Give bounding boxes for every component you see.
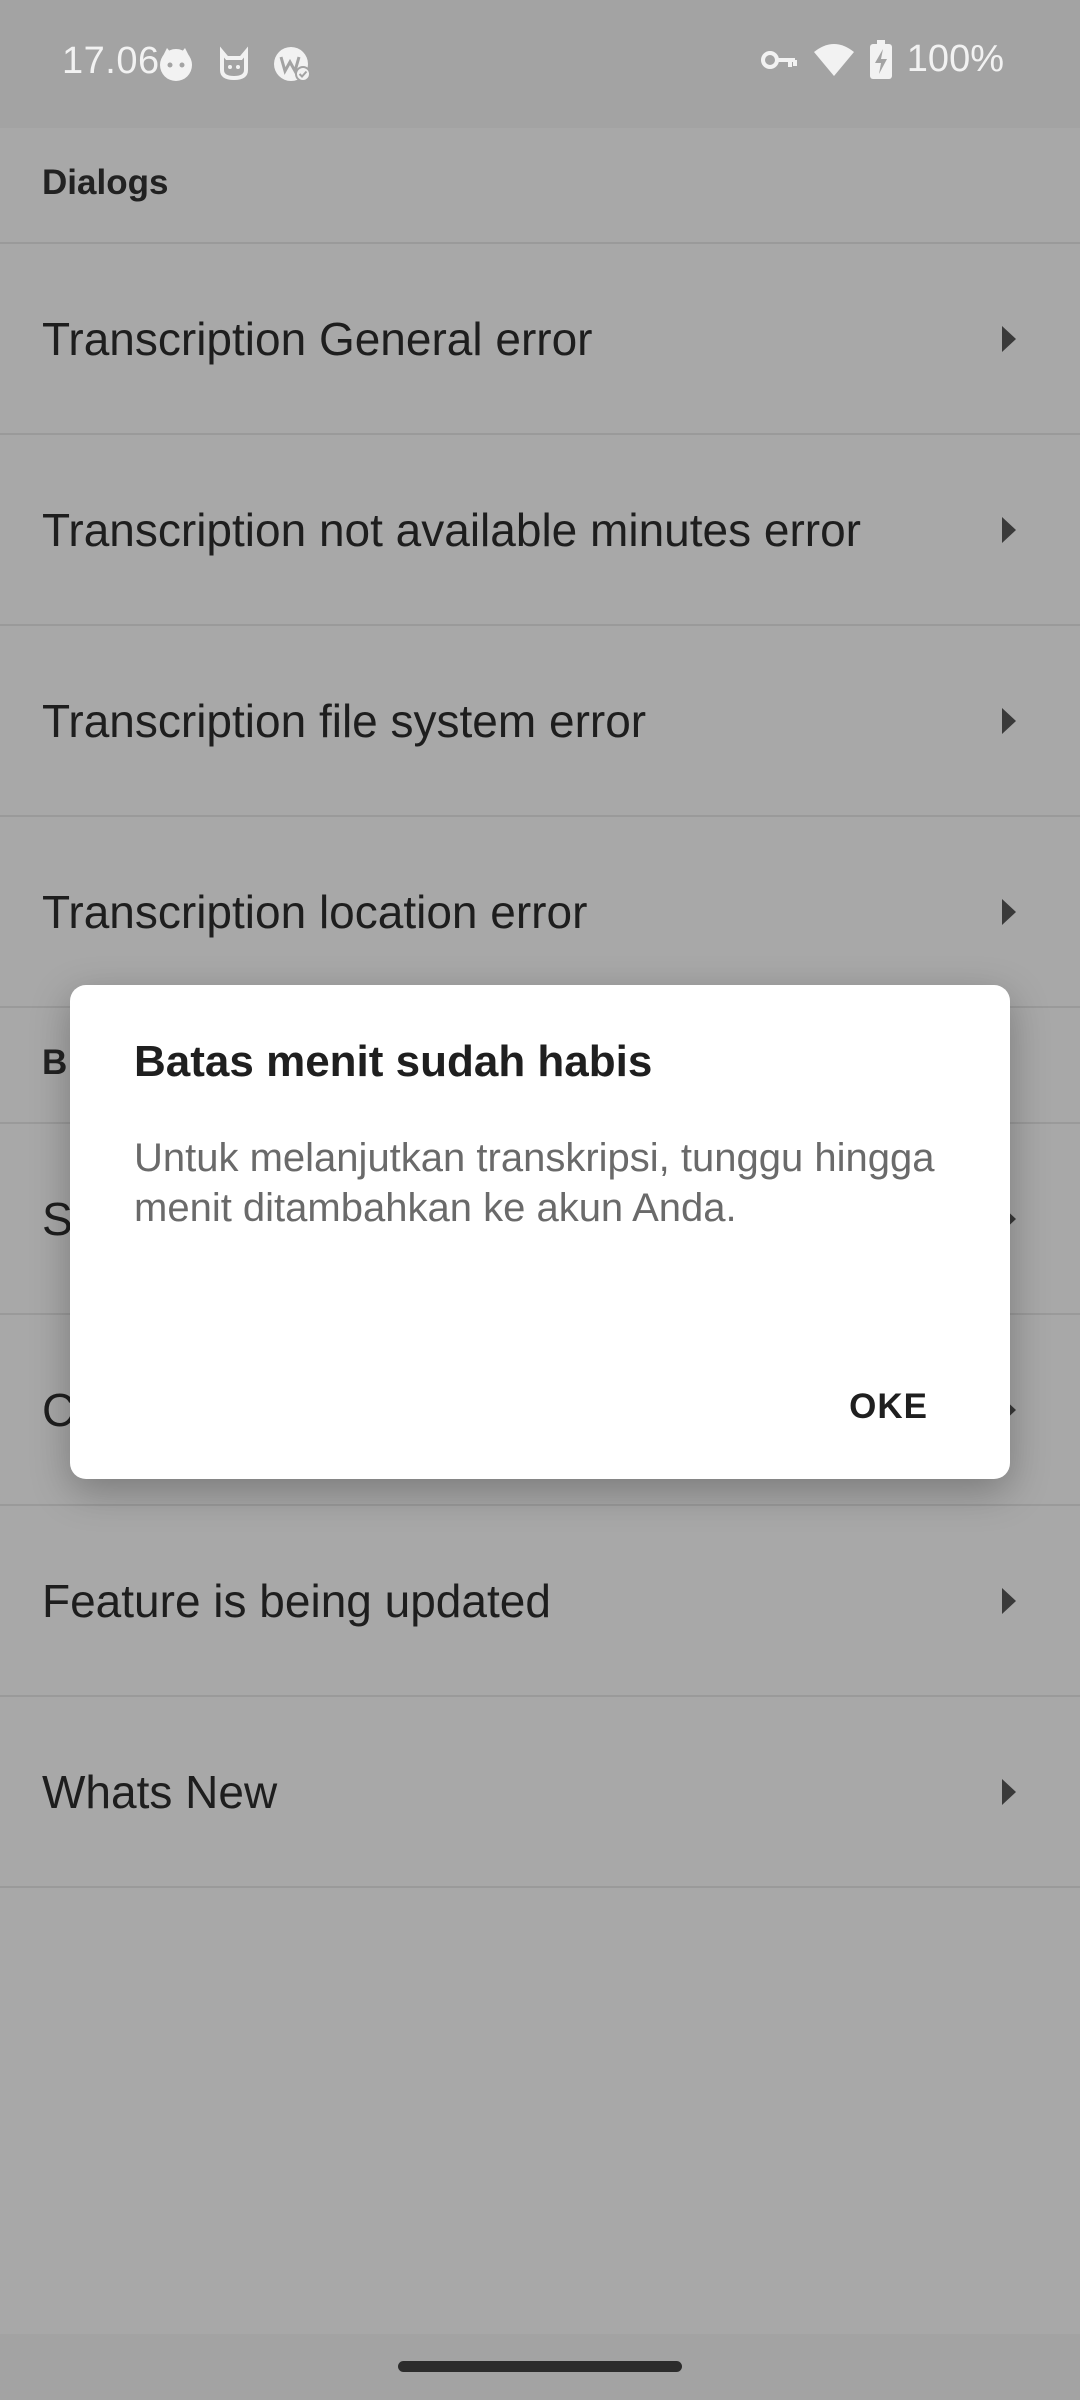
chevron-right-icon	[1002, 516, 1016, 543]
chevron-right-icon	[1002, 325, 1016, 352]
status-time: 17.06	[62, 40, 160, 82]
vpn-key-icon	[760, 50, 797, 69]
list-item-label: Whats New	[42, 1765, 278, 1818]
dialog-title: Batas menit sudah habis	[134, 1037, 653, 1086]
list-item-label: Transcription General error	[42, 312, 593, 365]
list-item-transcription-file-system-error[interactable]: Transcription file system error	[0, 626, 1080, 817]
gesture-handle[interactable]	[398, 2361, 682, 2372]
list-item-label: S	[42, 1192, 73, 1245]
list-item-transcription-general-error[interactable]: Transcription General error	[0, 244, 1080, 435]
list-item-transcription-not-available-minutes-error[interactable]: Transcription not available minutes erro…	[0, 435, 1080, 626]
list-item-label: Feature is being updated	[42, 1574, 551, 1627]
list-item-transcription-location-error[interactable]: Transcription location error	[0, 817, 1080, 1008]
battery-charging-icon	[869, 39, 892, 79]
list-item-label: Transcription file system error	[42, 694, 647, 747]
status-right-cluster: 100%	[759, 38, 1004, 81]
ok-button[interactable]: OKE	[849, 1387, 928, 1427]
alert-dialog: Batas menit sudah habis Untuk melanjutka…	[70, 985, 1010, 1479]
section-header-dialogs: Dialogs	[0, 128, 1080, 244]
cat-outline-icon	[220, 46, 248, 81]
chevron-right-icon	[1002, 707, 1016, 734]
list-item-label: Transcription not available minutes erro…	[42, 503, 861, 556]
cat-face-icon	[160, 48, 192, 81]
section-title: B	[42, 1042, 68, 1082]
list-item-feature-is-being-updated[interactable]: Feature is being updated	[0, 1506, 1080, 1697]
chevron-right-icon	[1002, 1587, 1016, 1614]
list-item-label: Transcription location error	[42, 885, 588, 938]
list-item-whats-new[interactable]: Whats New	[0, 1697, 1080, 1888]
dialog-message: Untuk melanjutkan transkripsi, tunggu hi…	[134, 1136, 935, 1230]
w-badge-icon	[274, 47, 311, 82]
chevron-right-icon	[1002, 898, 1016, 925]
section-title: Dialogs	[42, 162, 169, 202]
battery-percent: 100%	[906, 38, 1004, 80]
chevron-right-icon	[1002, 1778, 1016, 1805]
status-bar: 17.06 100%	[0, 0, 1080, 128]
wifi-icon	[813, 43, 854, 76]
